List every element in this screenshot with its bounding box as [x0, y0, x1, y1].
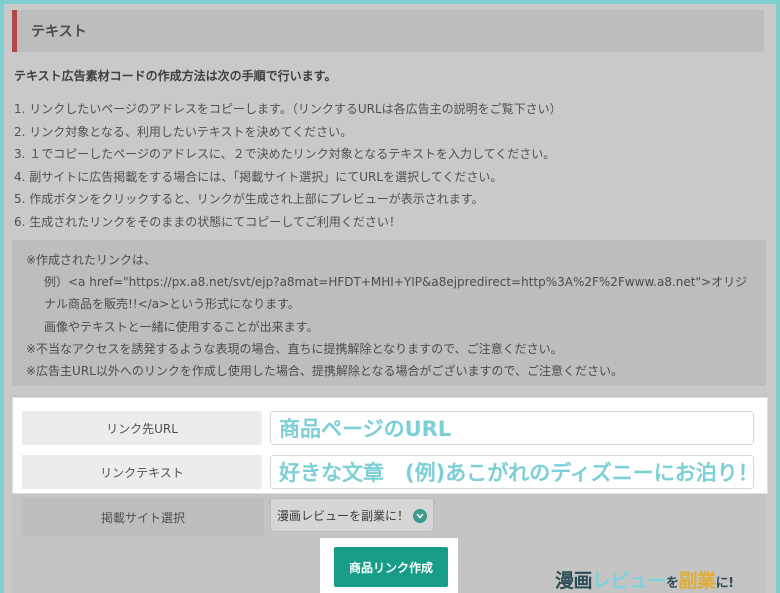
watermark-part: 漫画 [555, 570, 593, 592]
note-line: ※作成されたリンクは、 [26, 253, 157, 267]
page-frame: テキスト テキスト広告素材コードの作成方法は次の手順で行います。 1. リンクし… [4, 4, 776, 593]
step-item: 5. 作成ボタンをクリックすると、リンクが生成され上部にプレビューが表示されます… [14, 192, 484, 206]
chevron-down-icon [413, 509, 427, 523]
notes-box: ※作成されたリンクは、 例）<a href="https://px.a8.net… [12, 240, 766, 386]
step-item: 6. 生成されたリンクをそのままの状態にてコピーしてご利用ください！ [14, 214, 401, 229]
step-item: 4. 副サイトに広告掲載をする場合には、「掲載サイト選択」にてURLを選択してく… [14, 169, 503, 184]
note-line: 画像やテキストと一緒に使用することが出来ます。 [44, 319, 319, 334]
site-select-value: 漫画レビューを副業に！ [277, 508, 410, 523]
watermark-part: 副業 [678, 570, 717, 592]
create-link-button[interactable]: 商品リンク作成 [334, 547, 448, 587]
link-url-input[interactable]: 商品ページのURL [270, 411, 754, 445]
site-select[interactable]: 漫画レビューを副業に！ [270, 498, 434, 532]
highlighted-form-panel: リンク先URL 商品ページのURL リンクテキスト 好きな文章 (例)あこがれの… [12, 397, 768, 494]
link-text-label: リンクテキスト [22, 455, 262, 489]
watermark: 漫画レビューを副業に! [555, 566, 734, 593]
section-title: テキスト [31, 24, 87, 40]
watermark-part: レビュー [592, 570, 667, 592]
step-item: 2. リンク対象となる、利用したいテキストを決めてください。 [14, 124, 353, 139]
note-line: 例）<a href="https://px.a8.net/svt/ejp?a8m… [44, 275, 748, 290]
note-line: ※不当なアクセスを誘発するような表現の場合、直ちに提携解除となりますので、ご注意… [26, 341, 563, 356]
instructions-lead: テキスト広告素材コードの作成方法は次の手順で行います。 [14, 69, 337, 83]
link-text-input[interactable]: 好きな文章 (例)あこがれのディズニーにお泊り！ [270, 455, 754, 489]
site-select-label: 掲載サイト選択 [22, 498, 264, 536]
watermark-part: に! [715, 576, 734, 591]
note-line: ※広告主URL以外へのリンクを作成し使用した場合、提携解除となる場合がございます… [26, 364, 624, 379]
link-url-label: リンク先URL [22, 411, 262, 445]
steps-list: 1. リンクしたいページのアドレスをコピーします。（リンクするURLは各広告主の… [14, 98, 562, 233]
note-line: ナル商品を販売!!</a>という形式になります。 [44, 297, 300, 312]
submit-highlight: 商品リンク作成 [320, 538, 458, 593]
watermark-part: を [666, 576, 679, 591]
step-item: 3. １でコピーしたページのアドレスに、２で決めたリンク対象となるテキストを入力… [14, 147, 556, 161]
step-item: 1. リンクしたいページのアドレスをコピーします。（リンクするURLは各広告主の… [14, 102, 562, 116]
section-header: テキスト [12, 10, 764, 52]
